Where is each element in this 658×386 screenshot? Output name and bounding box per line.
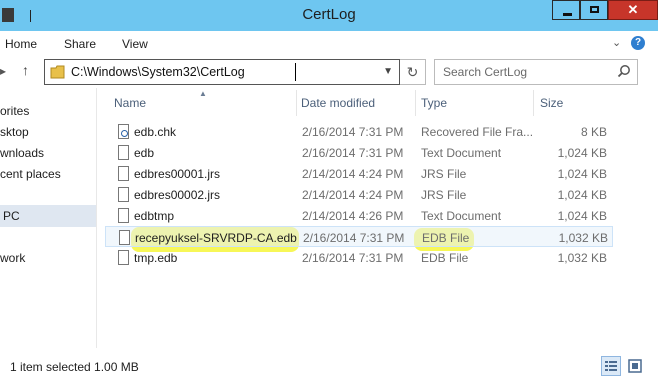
column-separator[interactable] — [296, 90, 297, 116]
file-icon — [118, 187, 129, 202]
file-name: edb — [134, 146, 155, 160]
column-size[interactable]: Size — [540, 96, 563, 110]
file-type: JRS File — [421, 188, 467, 202]
file-date: 2/16/2014 7:31 PM — [302, 146, 404, 160]
nav-item-this-pc[interactable]: PC — [3, 209, 20, 223]
nav-item-desktop[interactable]: sktop — [0, 125, 29, 139]
nav-item-favorites[interactable]: orites — [0, 104, 29, 118]
file-size: 1,032 KB — [558, 231, 608, 245]
column-separator[interactable] — [415, 90, 416, 116]
file-name: edbres00002.jrs — [134, 188, 221, 202]
file-size: 1,032 KB — [557, 251, 607, 265]
large-icons-view-button[interactable] — [625, 356, 645, 376]
tab-home[interactable]: Home — [5, 37, 37, 51]
file-date: 2/14/2014 4:24 PM — [302, 167, 404, 181]
details-view-icon — [605, 361, 617, 371]
file-type: JRS File — [421, 167, 467, 181]
file-row[interactable]: tmp.edb 2/16/2014 7:31 PM EDB File 1,032… — [105, 247, 613, 268]
file-size: 1,024 KB — [557, 209, 607, 223]
close-icon: ✕ — [627, 2, 639, 17]
file-type: Recovered File Fra... — [421, 125, 534, 139]
column-type[interactable]: Type — [421, 96, 447, 110]
file-name: tmp.edb — [134, 251, 178, 265]
address-bar[interactable]: C:\Windows\System32\CertLog ▼ — [44, 59, 400, 85]
text-file-icon — [118, 145, 129, 160]
file-row-selected[interactable]: recepyuksel-SRVRDP-CA.edb 2/16/2014 7:31… — [105, 226, 613, 247]
file-icon — [118, 166, 129, 181]
recovered-file-icon — [118, 124, 129, 139]
file-row[interactable]: edbtmp 2/14/2014 4:26 PM Text Document 1… — [105, 205, 613, 226]
file-name: edbtmp — [134, 209, 175, 223]
file-date: 2/16/2014 7:31 PM — [302, 125, 404, 139]
minimize-button[interactable] — [552, 0, 580, 20]
status-text: 1 item selected 1.00 MB — [10, 360, 139, 374]
large-icons-view-icon — [628, 359, 642, 373]
column-name[interactable]: Name — [114, 96, 146, 110]
maximize-button[interactable] — [580, 0, 608, 20]
search-input[interactable]: Search CertLog — [443, 65, 527, 79]
refresh-icon[interactable]: ↻ — [400, 59, 426, 85]
ribbon-tabs: Home Share View ⌄ ? — [0, 31, 658, 57]
recent-locations-icon[interactable]: ▸ — [0, 64, 6, 78]
minimize-icon — [563, 13, 572, 16]
up-arrow-icon[interactable]: ↑ — [22, 62, 29, 78]
expand-ribbon-icon[interactable]: ⌄ — [612, 36, 621, 49]
search-icon[interactable] — [617, 64, 631, 78]
file-type: EDB File — [422, 231, 470, 245]
maximize-icon — [590, 6, 599, 13]
file-size: 1,024 KB — [557, 146, 607, 160]
file-size: 1,024 KB — [557, 188, 607, 202]
tab-view[interactable]: View — [122, 37, 148, 51]
text-caret — [295, 63, 296, 81]
nav-item-downloads[interactable]: wnloads — [0, 146, 44, 160]
file-row[interactable]: edbres00001.jrs 2/14/2014 4:24 PM JRS Fi… — [105, 163, 613, 184]
file-size: 1,024 KB — [557, 167, 607, 181]
nav-item-recent-places[interactable]: cent places — [0, 167, 61, 181]
search-box[interactable]: Search CertLog — [434, 59, 638, 85]
status-bar: 1 item selected 1.00 MB — [0, 350, 658, 386]
help-icon[interactable]: ? — [631, 36, 645, 50]
column-date-modified[interactable]: Date modified — [301, 96, 375, 110]
file-type: Text Document — [421, 209, 502, 223]
folder-icon — [50, 65, 65, 79]
details-view-button[interactable] — [601, 356, 621, 376]
nav-pane-divider[interactable] — [96, 88, 97, 348]
file-name: edb.chk — [134, 125, 177, 139]
navigation-pane: orites sktop wnloads cent places PC work — [0, 88, 96, 348]
column-header: ▲ Name Date modified Type Size — [97, 88, 658, 118]
file-date: 2/14/2014 4:26 PM — [302, 209, 404, 223]
file-name: edbres00001.jrs — [134, 167, 221, 181]
file-row[interactable]: edbres00002.jrs 2/14/2014 4:24 PM JRS Fi… — [105, 184, 613, 205]
close-button[interactable]: ✕ — [608, 0, 658, 20]
column-separator[interactable] — [533, 90, 534, 116]
text-file-icon — [118, 208, 129, 223]
file-type: EDB File — [421, 251, 469, 265]
navigation-bar: ▸ ↑ C:\Windows\System32\CertLog ▼ ↻ Sear… — [0, 56, 658, 88]
file-type: Text Document — [421, 146, 502, 160]
file-row[interactable]: edb 2/16/2014 7:31 PM Text Document 1,02… — [105, 142, 613, 163]
file-icon — [119, 230, 130, 245]
file-date: 2/16/2014 7:31 PM — [303, 231, 405, 245]
address-dropdown-icon[interactable]: ▼ — [383, 66, 393, 77]
file-name: recepyuksel-SRVRDP-CA.edb — [135, 231, 297, 245]
title-bar[interactable]: CertLog ✕ — [0, 0, 658, 31]
address-path[interactable]: C:\Windows\System32\CertLog — [71, 65, 245, 79]
file-icon — [118, 250, 129, 265]
file-date: 2/14/2014 4:24 PM — [302, 188, 404, 202]
sort-ascending-icon: ▲ — [199, 89, 207, 98]
file-row[interactable]: edb.chk 2/16/2014 7:31 PM Recovered File… — [105, 121, 613, 142]
file-date: 2/16/2014 7:31 PM — [302, 251, 404, 265]
tab-share[interactable]: Share — [64, 37, 96, 51]
file-size: 8 KB — [580, 125, 607, 139]
nav-item-network[interactable]: work — [0, 251, 25, 265]
explorer-window: CertLog ✕ Home Share View ⌄ ? ▸ ↑ C:\Win… — [0, 0, 658, 386]
